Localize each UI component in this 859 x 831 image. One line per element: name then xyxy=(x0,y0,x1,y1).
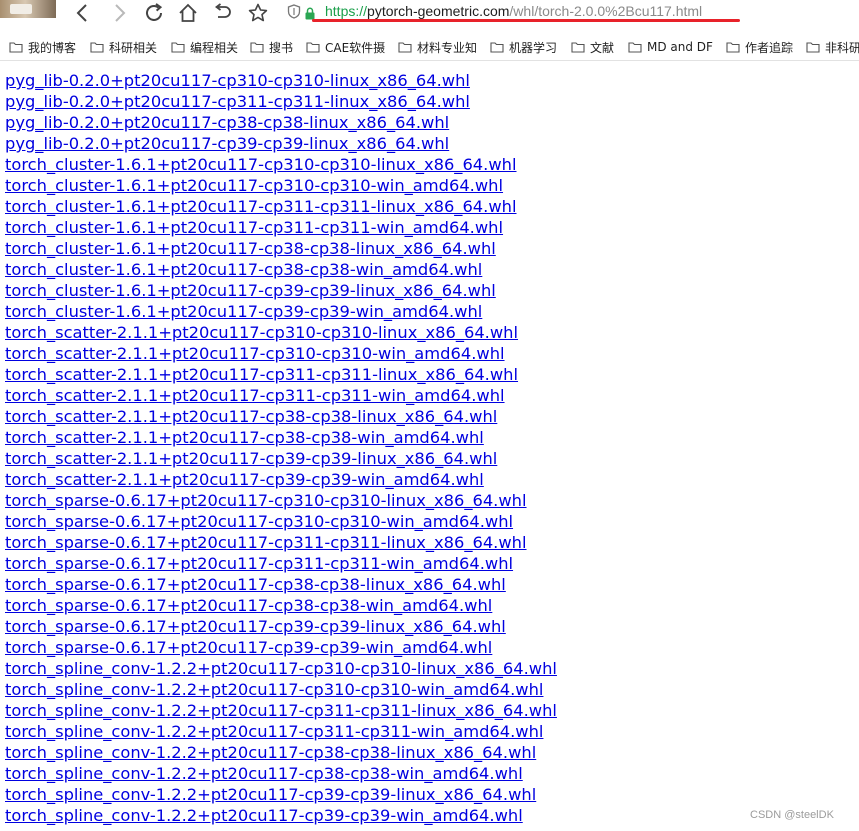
wheel-link[interactable]: torch_sparse-0.6.17+pt20cu117-cp39-cp39-… xyxy=(5,616,557,637)
wheel-link[interactable]: torch_sparse-0.6.17+pt20cu117-cp39-cp39-… xyxy=(5,637,557,658)
folder-icon xyxy=(306,41,320,53)
url-highlight-underline xyxy=(312,19,740,22)
wheel-link[interactable]: torch_cluster-1.6.1+pt20cu117-cp311-cp31… xyxy=(5,196,557,217)
wheel-link[interactable]: torch_cluster-1.6.1+pt20cu117-cp38-cp38-… xyxy=(5,259,557,280)
wheel-link[interactable]: torch_spline_conv-1.2.2+pt20cu117-cp39-c… xyxy=(5,784,557,805)
bookmark-author-tracking[interactable]: 作者追踪 xyxy=(726,38,793,56)
bookmark-label: 非科研 xyxy=(825,40,859,55)
wheel-link[interactable]: torch_cluster-1.6.1+pt20cu117-cp310-cp31… xyxy=(5,154,557,175)
folder-icon xyxy=(490,41,504,53)
folder-icon xyxy=(9,41,23,53)
wheel-link[interactable]: torch_scatter-2.1.1+pt20cu117-cp311-cp31… xyxy=(5,385,557,406)
wheel-link[interactable]: torch_spline_conv-1.2.2+pt20cu117-cp38-c… xyxy=(5,763,557,784)
wheel-link-list: pyg_lib-0.2.0+pt20cu117-cp310-cp310-linu… xyxy=(5,70,557,826)
folder-icon xyxy=(250,41,264,53)
wheel-link[interactable]: torch_scatter-2.1.1+pt20cu117-cp311-cp31… xyxy=(5,364,557,385)
bookmark-programming[interactable]: 编程相关 xyxy=(171,38,238,56)
wheel-link[interactable]: pyg_lib-0.2.0+pt20cu117-cp310-cp310-linu… xyxy=(5,70,557,91)
bookmark-label: 科研相关 xyxy=(109,40,158,55)
back-icon[interactable] xyxy=(72,2,94,24)
folder-icon xyxy=(90,41,104,53)
wheel-link[interactable]: torch_cluster-1.6.1+pt20cu117-cp38-cp38-… xyxy=(5,238,557,259)
bookmark-non-research[interactable]: 非科研 xyxy=(806,38,859,56)
bookmark-label: 机器学习 xyxy=(509,40,558,55)
wheel-link[interactable]: pyg_lib-0.2.0+pt20cu117-cp39-cp39-linux_… xyxy=(5,133,557,154)
wheel-link[interactable]: torch_cluster-1.6.1+pt20cu117-cp310-cp31… xyxy=(5,175,557,196)
wheel-link[interactable]: torch_scatter-2.1.1+pt20cu117-cp38-cp38-… xyxy=(5,427,557,448)
bookmark-my-blog[interactable]: 我的博客 xyxy=(9,38,76,56)
wheel-link[interactable]: torch_sparse-0.6.17+pt20cu117-cp38-cp38-… xyxy=(5,595,557,616)
wheel-link[interactable]: torch_spline_conv-1.2.2+pt20cu117-cp310-… xyxy=(5,658,557,679)
bookmark-label: 作者追踪 xyxy=(745,40,794,55)
wheel-link[interactable]: torch_sparse-0.6.17+pt20cu117-cp310-cp31… xyxy=(5,511,557,532)
url-scheme: https:// xyxy=(325,3,368,19)
bookmark-label: 搜书 xyxy=(269,40,294,55)
wheel-link[interactable]: torch_spline_conv-1.2.2+pt20cu117-cp310-… xyxy=(5,679,557,700)
wheel-link[interactable]: torch_spline_conv-1.2.2+pt20cu117-cp311-… xyxy=(5,700,557,721)
bookmark-label: 文献 xyxy=(590,40,615,55)
bookmark-literature[interactable]: 文献 xyxy=(571,38,614,56)
wheel-link[interactable]: torch_cluster-1.6.1+pt20cu117-cp39-cp39-… xyxy=(5,301,557,322)
bookmark-research[interactable]: 科研相关 xyxy=(90,38,157,56)
reload-icon[interactable] xyxy=(143,2,165,24)
wheel-link[interactable]: torch_scatter-2.1.1+pt20cu117-cp310-cp31… xyxy=(5,343,557,364)
bookmark-label: 我的博客 xyxy=(28,40,77,55)
folder-icon xyxy=(398,41,412,53)
forward-icon[interactable] xyxy=(108,2,130,24)
wheel-link[interactable]: pyg_lib-0.2.0+pt20cu117-cp311-cp311-linu… xyxy=(5,91,557,112)
bookmark-machine-learning[interactable]: 机器学习 xyxy=(490,38,557,56)
bookmark-materials[interactable]: 材料专业知 xyxy=(398,38,477,56)
watermark: CSDN @steelDK xyxy=(750,809,834,821)
wheel-link[interactable]: torch_scatter-2.1.1+pt20cu117-cp310-cp31… xyxy=(5,322,557,343)
wheel-link[interactable]: torch_spline_conv-1.2.2+pt20cu117-cp39-c… xyxy=(5,805,557,826)
url-text[interactable]: https://pytorch-geometric.com/whl/torch-… xyxy=(325,1,702,21)
home-icon[interactable] xyxy=(177,2,199,24)
wheel-link[interactable]: torch_cluster-1.6.1+pt20cu117-cp39-cp39-… xyxy=(5,280,557,301)
favorite-star-icon[interactable] xyxy=(247,2,269,24)
lock-icon[interactable] xyxy=(304,5,316,20)
bookmark-label: 编程相关 xyxy=(190,40,239,55)
url-host: pytorch-geometric.com xyxy=(367,3,510,19)
wheel-link[interactable]: torch_sparse-0.6.17+pt20cu117-cp310-cp31… xyxy=(5,490,557,511)
folder-icon xyxy=(806,41,820,53)
bookmark-md-and-dft[interactable]: MD and DF xyxy=(628,38,713,56)
bookmarks-bar: 我的博客 科研相关 编程相关 搜书 CAE软件摄 材料专业知 机器学习 文献 M… xyxy=(0,34,859,61)
folder-icon xyxy=(171,41,185,53)
wheel-link[interactable]: torch_spline_conv-1.2.2+pt20cu117-cp38-c… xyxy=(5,742,557,763)
url-path: /whl/torch-2.0.0%2Bcu117.html xyxy=(509,3,703,19)
bookmark-label: CAE软件摄 xyxy=(325,40,386,55)
folder-icon xyxy=(628,41,642,53)
bookmark-label: 材料专业知 xyxy=(417,40,478,55)
wheel-link[interactable]: torch_scatter-2.1.1+pt20cu117-cp38-cp38-… xyxy=(5,406,557,427)
undo-icon[interactable] xyxy=(212,2,234,24)
folder-icon xyxy=(726,41,740,53)
wheel-link[interactable]: torch_sparse-0.6.17+pt20cu117-cp311-cp31… xyxy=(5,532,557,553)
tab-thumbnail[interactable] xyxy=(0,0,56,18)
folder-icon xyxy=(571,41,585,53)
wheel-link[interactable]: torch_scatter-2.1.1+pt20cu117-cp39-cp39-… xyxy=(5,448,557,469)
wheel-link[interactable]: torch_cluster-1.6.1+pt20cu117-cp311-cp31… xyxy=(5,217,557,238)
browser-toolbar: https://pytorch-geometric.com/whl/torch-… xyxy=(0,0,859,25)
shield-icon[interactable] xyxy=(287,4,301,19)
wheel-link[interactable]: torch_scatter-2.1.1+pt20cu117-cp39-cp39-… xyxy=(5,469,557,490)
wheel-link[interactable]: pyg_lib-0.2.0+pt20cu117-cp38-cp38-linux_… xyxy=(5,112,557,133)
bookmark-cae-software[interactable]: CAE软件摄 xyxy=(306,38,385,56)
wheel-link[interactable]: torch_sparse-0.6.17+pt20cu117-cp311-cp31… xyxy=(5,553,557,574)
wheel-link[interactable]: torch_sparse-0.6.17+pt20cu117-cp38-cp38-… xyxy=(5,574,557,595)
bookmark-search-books[interactable]: 搜书 xyxy=(250,38,293,56)
wheel-link[interactable]: torch_spline_conv-1.2.2+pt20cu117-cp311-… xyxy=(5,721,557,742)
bookmark-label: MD and DF xyxy=(647,40,713,54)
